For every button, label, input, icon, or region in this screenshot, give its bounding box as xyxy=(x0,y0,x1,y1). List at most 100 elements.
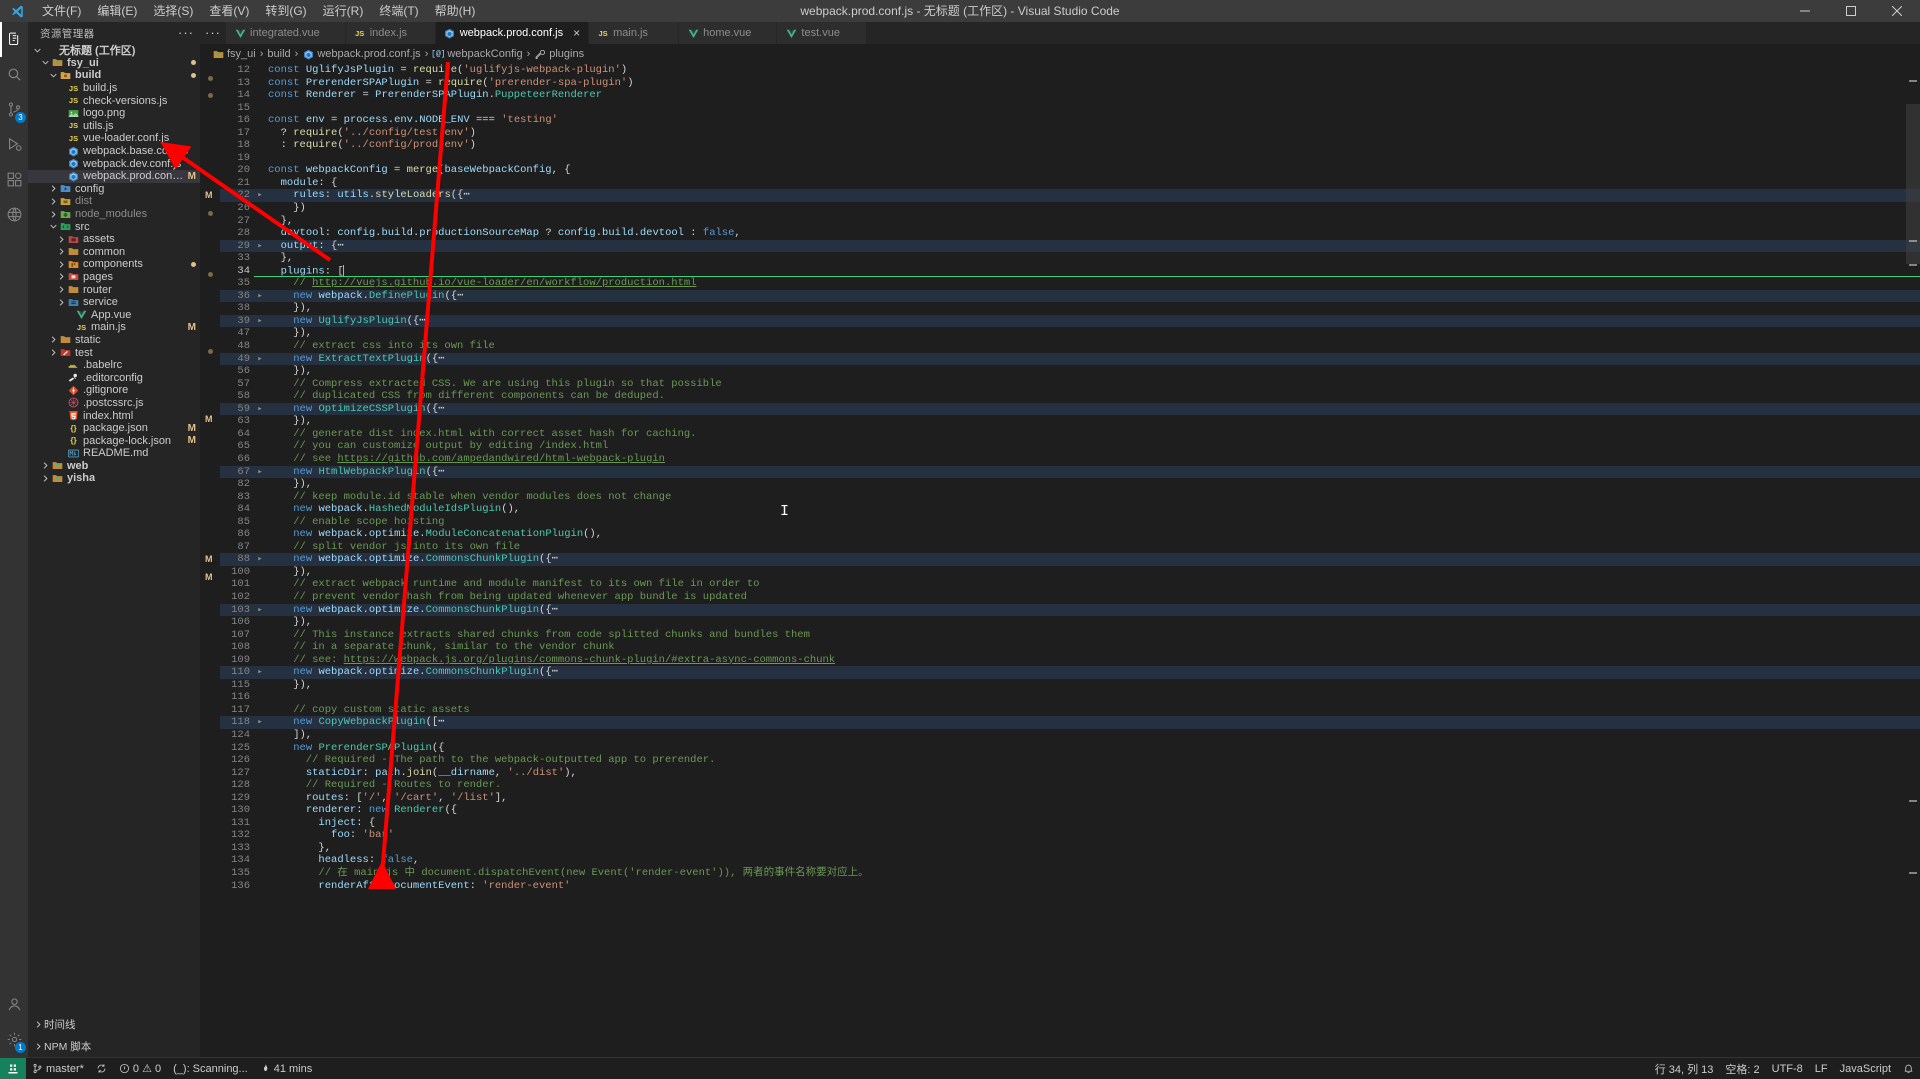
editor-tab-bar[interactable]: ··· integrated.vue×JSindex.js×webpack.pr… xyxy=(200,22,1920,44)
menu-selection[interactable]: 选择(S) xyxy=(145,0,201,22)
code-line-86[interactable]: 86 new webpack.optimize.ModuleConcatenat… xyxy=(220,528,1920,541)
code-line-102[interactable]: 102 // prevent vendor hash from being up… xyxy=(220,591,1920,604)
code-line-101[interactable]: 101 // extract webpack runtime and modul… xyxy=(220,578,1920,591)
breadcrumb-item-plugins[interactable]: plugins xyxy=(534,48,584,60)
code-line-18[interactable]: 18 : require('../config/prod.env') xyxy=(220,139,1920,152)
menu-view[interactable]: 查看(V) xyxy=(201,0,257,22)
code-line-118[interactable]: 118 ▸ new CopyWebpackPlugin([⋯ xyxy=(220,716,1920,729)
code-line-33[interactable]: 33 }, xyxy=(220,252,1920,265)
code-line-28[interactable]: 28 devtool: config.build.productionSourc… xyxy=(220,227,1920,240)
activity-accounts[interactable] xyxy=(0,987,28,1022)
tree-item-utils.js[interactable]: JS utils.js xyxy=(28,120,200,133)
code-line-109[interactable]: 109 // see: https://webpack.js.org/plugi… xyxy=(220,654,1920,667)
code-lines[interactable]: 12 const UglifyJsPlugin = require('uglify… xyxy=(220,64,1920,1057)
code-line-84[interactable]: 84 new webpack.HashedModuleIdsPlugin(), xyxy=(220,503,1920,516)
code-line-64[interactable]: 64 // generate dist index.html with corr… xyxy=(220,428,1920,441)
breadcrumb-item-webpackConfig[interactable]: [@] webpackConfig xyxy=(431,48,522,60)
status-sync[interactable] xyxy=(90,1058,113,1079)
tree-item-app.vue[interactable]: App.vue xyxy=(28,308,200,321)
code-line-124[interactable]: 124 ]), xyxy=(220,729,1920,742)
fold-indicator[interactable]: ▸ xyxy=(254,353,266,366)
code-line-100[interactable]: 100 }), xyxy=(220,566,1920,579)
code-line-108[interactable]: 108 // in a separate chunk, similar to t… xyxy=(220,641,1920,654)
code-line-19[interactable]: 19 xyxy=(220,152,1920,165)
status-remote-indicator[interactable] xyxy=(0,1057,26,1079)
breadcrumb[interactable]: fsy_ui › build › webpack.prod.conf.js › [@] web… xyxy=(200,44,1920,64)
tree-item-service[interactable]: service xyxy=(28,296,200,309)
tree-item-src[interactable]: src xyxy=(28,220,200,233)
tab-integrated.vue[interactable]: integrated.vue× xyxy=(226,22,346,44)
tree-item-common[interactable]: common xyxy=(28,246,200,259)
tree-item--[interactable]: 无标题 (工作区) xyxy=(28,44,200,57)
tree-item-.babelrc[interactable]: .babelrc xyxy=(28,359,200,372)
tree-item-check-versions.js[interactable]: JS check-versions.js xyxy=(28,94,200,107)
tree-item-readme.md[interactable]: README.md xyxy=(28,447,200,460)
code-line-133[interactable]: 133 }, xyxy=(220,842,1920,855)
code-line-134[interactable]: 134 headless: false, xyxy=(220,854,1920,867)
activity-manage-settings[interactable]: 1 xyxy=(0,1022,28,1057)
tree-item-pages[interactable]: pages xyxy=(28,271,200,284)
status-notifications[interactable] xyxy=(1897,1058,1920,1079)
code-line-82[interactable]: 82 }), xyxy=(220,478,1920,491)
code-line-65[interactable]: 65 // you can customize output by editin… xyxy=(220,440,1920,453)
status-branch[interactable]: master* xyxy=(26,1058,90,1079)
tree-item-components[interactable]: components xyxy=(28,258,200,271)
activity-search[interactable] xyxy=(0,57,28,92)
file-tree[interactable]: 无标题 (工作区) fsy_ui build JS build.js JS check-ve… xyxy=(28,44,200,1013)
code-line-126[interactable]: 126 // Required - The path to the webpac… xyxy=(220,754,1920,767)
code-line-87[interactable]: 87 // split vendor js into its own file xyxy=(220,541,1920,554)
breadcrumb-item-webpack.prod.conf.js[interactable]: webpack.prod.conf.js xyxy=(302,48,421,60)
fold-indicator[interactable]: ▸ xyxy=(254,716,266,729)
tree-item-index.html[interactable]: index.html xyxy=(28,409,200,422)
code-line-34[interactable]: 34 plugins: [ xyxy=(220,264,1920,278)
maximize-button[interactable] xyxy=(1828,0,1874,22)
tree-item-node-modules[interactable]: node_modules xyxy=(28,208,200,221)
code-line-21[interactable]: 21 module: { xyxy=(220,177,1920,190)
code-line-17[interactable]: 17 ? require('../config/test.env') xyxy=(220,127,1920,140)
fold-indicator[interactable]: ▸ xyxy=(254,553,266,566)
code-line-115[interactable]: 115 }), xyxy=(220,679,1920,692)
fold-indicator[interactable]: ▸ xyxy=(254,604,266,617)
menu-help[interactable]: 帮助(H) xyxy=(427,0,484,22)
tree-item-.gitignore[interactable]: .gitignore xyxy=(28,384,200,397)
tab-main.js[interactable]: JSmain.js× xyxy=(589,22,680,44)
minimize-button[interactable] xyxy=(1782,0,1828,22)
tab-webpack.prod.conf.js[interactable]: webpack.prod.conf.js × xyxy=(435,22,590,44)
tab-test.vue[interactable]: test.vue× xyxy=(777,22,868,44)
tree-item-dist[interactable]: dist xyxy=(28,195,200,208)
code-line-66[interactable]: 66 // see https://github.com/ampedandwir… xyxy=(220,453,1920,466)
tree-item-assets[interactable]: assets xyxy=(28,233,200,246)
code-line-13[interactable]: 13 const PrerenderSPAPlugin = require('pr… xyxy=(220,77,1920,90)
code-line-83[interactable]: 83 // keep module.id stable when vendor … xyxy=(220,491,1920,504)
code-line-16[interactable]: 16 const env = process.env.NODE_ENV === '… xyxy=(220,114,1920,127)
tree-item-package-lock.json[interactable]: {} package-lock.json M xyxy=(28,434,200,447)
code-line-128[interactable]: 128 // Required - Routes to render. xyxy=(220,779,1920,792)
tree-item-package.json[interactable]: {} package.json M xyxy=(28,422,200,435)
code-line-38[interactable]: 38 }), xyxy=(220,302,1920,315)
code-line-56[interactable]: 56 }), xyxy=(220,365,1920,378)
tree-item-build[interactable]: build xyxy=(28,69,200,82)
tree-item-fsy-ui[interactable]: fsy_ui xyxy=(28,57,200,70)
menu-run[interactable]: 运行(R) xyxy=(315,0,372,22)
close-icon[interactable]: × xyxy=(573,27,580,39)
code-line-49[interactable]: 49 ▸ new ExtractTextPlugin({⋯ xyxy=(220,352,1920,366)
fold-indicator[interactable]: ▸ xyxy=(254,466,266,479)
activity-source-control[interactable]: 3 xyxy=(0,92,28,127)
code-line-14[interactable]: 14 const Renderer = PrerenderSPAPlugin.Pu… xyxy=(220,89,1920,102)
status-language-mode[interactable]: JavaScript xyxy=(1834,1058,1897,1079)
code-line-127[interactable]: 127 staticDir: path.join(__dirname, '../… xyxy=(220,767,1920,780)
status-cursor-position[interactable]: 行 34, 列 13 xyxy=(1649,1058,1720,1079)
fold-indicator[interactable]: ▸ xyxy=(254,403,266,416)
code-line-107[interactable]: 107 // This instance extracts shared chu… xyxy=(220,629,1920,642)
tree-item-logo.png[interactable]: logo.png xyxy=(28,107,200,120)
tree-item-vue-loader.conf.js[interactable]: JS vue-loader.conf.js xyxy=(28,132,200,145)
tab-index.js[interactable]: JSindex.js× xyxy=(345,22,436,44)
code-line-20[interactable]: 20 const webpackConfig = merge(baseWebpac… xyxy=(220,164,1920,177)
status-encoding[interactable]: UTF-8 xyxy=(1766,1058,1809,1079)
menu-bar[interactable]: 文件(F) 编辑(E) 选择(S) 查看(V) 转到(G) 运行(R) 终端(T… xyxy=(34,0,483,22)
activity-run-and-debug[interactable] xyxy=(0,127,28,162)
window-controls[interactable] xyxy=(1782,0,1920,22)
tree-item-test[interactable]: test xyxy=(28,346,200,359)
status-eol[interactable]: LF xyxy=(1809,1058,1834,1079)
status-scanning[interactable]: (_): Scanning... xyxy=(167,1058,254,1079)
